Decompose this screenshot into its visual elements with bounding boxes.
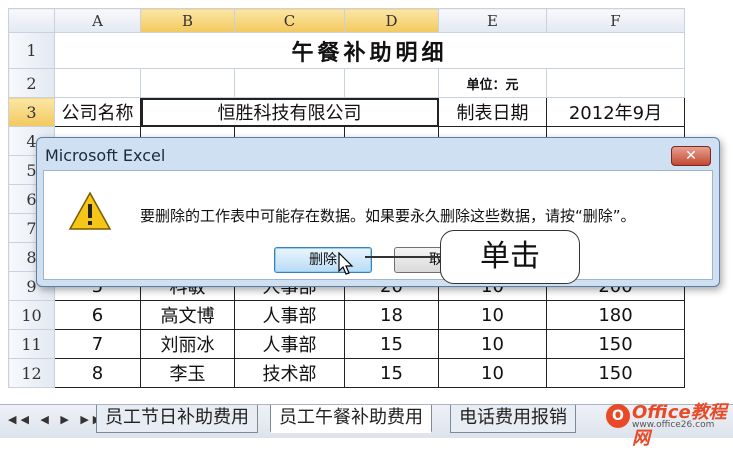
column-header-b[interactable]: B — [140, 8, 235, 33]
date-label-cell[interactable]: 制表日期 — [438, 97, 547, 127]
row-header-11[interactable]: 11 — [8, 329, 55, 359]
select-all-corner[interactable] — [8, 8, 55, 33]
cell[interactable] — [344, 68, 439, 98]
delete-confirm-dialog: Microsoft Excel ✕ 要删除的工作表中可能存在数据。如果要永久删除… — [36, 137, 720, 287]
watermark-logo: O Office教程网 www.office26.com — [606, 398, 732, 449]
table-cell-rate[interactable]: 10 — [438, 329, 547, 359]
row-header-10[interactable]: 10 — [8, 300, 55, 330]
column-header-f[interactable]: F — [546, 8, 685, 33]
table-cell-days[interactable]: 15 — [344, 329, 439, 359]
row-header-12[interactable]: 12 — [8, 358, 55, 388]
watermark-url: www.office26.com — [632, 420, 715, 430]
sheet-tab-holiday[interactable]: 员工节日补助费用 — [96, 405, 258, 433]
dialog-body: 要删除的工作表中可能存在数据。如果要永久删除这些数据，请按“删除”。 删除 取消 — [43, 170, 713, 280]
sheet-tab-phone[interactable]: 电话费用报销 — [450, 405, 576, 433]
cell[interactable] — [546, 68, 685, 98]
office-logo-icon: O — [606, 404, 630, 428]
mouse-pointer-icon — [338, 252, 354, 275]
date-value-cell[interactable]: 2012年9月 — [546, 97, 685, 127]
table-cell-rate[interactable]: 10 — [438, 358, 547, 388]
cell[interactable] — [234, 68, 345, 98]
column-header-e[interactable]: E — [438, 8, 547, 33]
row-header-3[interactable]: 3 — [8, 97, 55, 127]
table-cell-no[interactable]: 8 — [54, 358, 141, 388]
row-header-2[interactable]: 2 — [8, 68, 55, 98]
dialog-title: Microsoft Excel — [45, 146, 166, 165]
table-cell-no[interactable]: 6 — [54, 300, 141, 330]
cell[interactable] — [54, 68, 141, 98]
table-cell-total[interactable]: 150 — [546, 329, 685, 359]
company-value-cell[interactable]: 恒胜科技有限公司 — [140, 97, 439, 127]
row-header-1[interactable]: 1 — [8, 32, 55, 69]
close-icon[interactable]: ✕ — [671, 146, 711, 166]
table-cell-days[interactable]: 18 — [344, 300, 439, 330]
sheet-title[interactable]: 午餐补助明细 — [54, 32, 685, 69]
table-cell-dept[interactable]: 技术部 — [234, 358, 345, 388]
sheet-nav-arrows[interactable]: ◀◀ ◀ ▶ ▶▶ — [8, 413, 105, 426]
warning-icon — [68, 191, 112, 230]
column-header-c[interactable]: C — [234, 8, 345, 33]
column-header-a[interactable]: A — [54, 8, 141, 33]
table-cell-name[interactable]: 李玉 — [140, 358, 235, 388]
column-header-d[interactable]: D — [344, 8, 439, 33]
table-cell-dept[interactable]: 人事部 — [234, 300, 345, 330]
callout-click-label: 单击 — [440, 230, 580, 284]
table-cell-total[interactable]: 150 — [546, 358, 685, 388]
delete-button[interactable]: 删除 — [274, 247, 372, 273]
table-cell-rate[interactable]: 10 — [438, 300, 547, 330]
table-cell-name[interactable]: 刘丽冰 — [140, 329, 235, 359]
table-cell-no[interactable]: 7 — [54, 329, 141, 359]
company-label-cell[interactable]: 公司名称 — [54, 97, 141, 127]
cell[interactable] — [140, 68, 235, 98]
callout-leader-line — [365, 256, 441, 258]
unit-label[interactable]: 单位：元 — [438, 68, 547, 98]
table-cell-name[interactable]: 高文博 — [140, 300, 235, 330]
table-cell-days[interactable]: 15 — [344, 358, 439, 388]
table-cell-total[interactable]: 180 — [546, 300, 685, 330]
dialog-message: 要删除的工作表中可能存在数据。如果要永久删除这些数据，请按“删除”。 — [140, 207, 636, 225]
table-cell-dept[interactable]: 人事部 — [234, 329, 345, 359]
sheet-tab-lunch[interactable]: 员工午餐补助费用 — [270, 405, 432, 433]
